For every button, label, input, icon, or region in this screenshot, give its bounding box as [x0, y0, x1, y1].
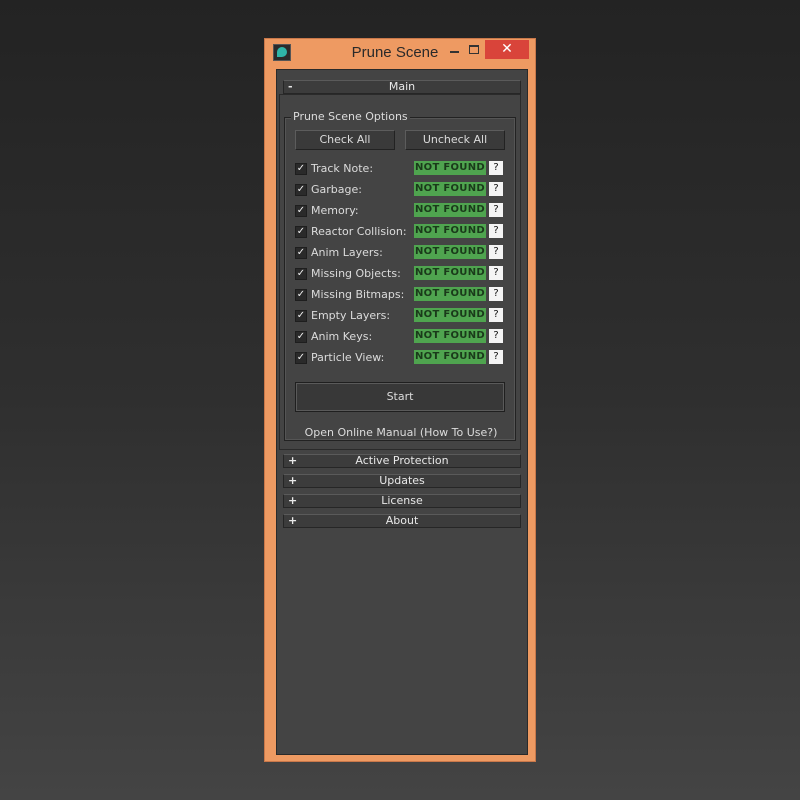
option-label: Anim Layers:	[311, 246, 383, 259]
close-icon: ✕	[501, 41, 513, 57]
checkbox[interactable]: ✓	[295, 205, 307, 217]
help-button[interactable]: ?	[489, 329, 503, 343]
status-badge: NOT FOUND	[414, 203, 486, 217]
option-row-anim-keys: ✓ Anim Keys: NOT FOUND?	[295, 329, 509, 345]
option-label: Anim Keys:	[311, 330, 373, 343]
checkbox[interactable]: ✓	[295, 226, 307, 238]
online-manual-link[interactable]: Open Online Manual (How To Use?)	[285, 426, 517, 439]
help-button[interactable]: ?	[489, 161, 503, 175]
option-label: Particle View:	[311, 351, 385, 364]
option-label: Garbage:	[311, 183, 362, 196]
title-bar[interactable]: Prune Scene ✕	[265, 39, 535, 67]
help-button[interactable]: ?	[489, 308, 503, 322]
rollout-license-header[interactable]: + License	[283, 494, 521, 508]
check-all-button[interactable]: Check All	[295, 130, 395, 150]
status-badge: NOT FOUND	[414, 350, 486, 364]
help-button[interactable]: ?	[489, 266, 503, 280]
option-row-garbage: ✓ Garbage: NOT FOUND?	[295, 182, 509, 198]
status-badge: NOT FOUND	[414, 287, 486, 301]
maximize-button[interactable]	[461, 40, 487, 60]
option-row-reactor-collision: ✓ Reactor Collision: NOT FOUND?	[295, 224, 509, 240]
option-row-memory: ✓ Memory: NOT FOUND?	[295, 203, 509, 219]
rollout-main-label: Main	[388, 80, 416, 93]
option-row-missing-objects: ✓ Missing Objects: NOT FOUND?	[295, 266, 509, 282]
status-badge: NOT FOUND	[414, 329, 486, 343]
rollout-label: License	[381, 494, 423, 507]
checkbox[interactable]: ✓	[295, 310, 307, 322]
rollout-about-header[interactable]: + About	[283, 514, 521, 528]
help-button[interactable]: ?	[489, 287, 503, 301]
checkbox[interactable]: ✓	[295, 247, 307, 259]
option-row-particle-view: ✓ Particle View: NOT FOUND?	[295, 350, 509, 366]
option-row-empty-layers: ✓ Empty Layers: NOT FOUND?	[295, 308, 509, 324]
checkbox[interactable]: ✓	[295, 163, 307, 175]
status-badge: NOT FOUND	[414, 308, 486, 322]
option-label: Empty Layers:	[311, 309, 391, 322]
option-label: Memory:	[311, 204, 359, 217]
checkbox[interactable]: ✓	[295, 268, 307, 280]
option-label: Track Note:	[311, 162, 374, 175]
option-row-track-note: ✓ Track Note: NOT FOUND?	[295, 161, 509, 177]
option-row-anim-layers: ✓ Anim Layers: NOT FOUND?	[295, 245, 509, 261]
start-button[interactable]: Start	[295, 382, 505, 412]
option-label: Reactor Collision:	[311, 225, 407, 238]
rollout-label: About	[385, 514, 419, 527]
checkbox[interactable]: ✓	[295, 331, 307, 343]
rollout-active-protection-header[interactable]: + Active Protection	[283, 454, 521, 468]
rollout-main-header[interactable]: - Main	[283, 80, 521, 94]
rollout-updates-header[interactable]: + Updates	[283, 474, 521, 488]
help-button[interactable]: ?	[489, 203, 503, 217]
help-button[interactable]: ?	[489, 350, 503, 364]
option-label: Missing Bitmaps:	[311, 288, 405, 301]
rollout-label: Updates	[379, 474, 425, 487]
rollout-label: Active Protection	[355, 454, 449, 467]
main-rollout-body: Prune Scene Options Check All Uncheck Al…	[279, 94, 521, 450]
help-button[interactable]: ?	[489, 182, 503, 196]
close-button[interactable]: ✕	[485, 40, 529, 59]
checkbox[interactable]: ✓	[295, 184, 307, 196]
app-logo-icon	[273, 44, 291, 61]
uncheck-all-button[interactable]: Uncheck All	[405, 130, 505, 150]
prune-scene-options-group: Prune Scene Options Check All Uncheck Al…	[284, 110, 517, 441]
prune-scene-window: Prune Scene ✕ - Main Prune Scene Options…	[264, 38, 536, 762]
option-row-missing-bitmaps: ✓ Missing Bitmaps: NOT FOUND?	[295, 287, 509, 303]
help-button[interactable]: ?	[489, 224, 503, 238]
checkbox[interactable]: ✓	[295, 289, 307, 301]
status-badge: NOT FOUND	[414, 266, 486, 280]
help-button[interactable]: ?	[489, 245, 503, 259]
checkbox[interactable]: ✓	[295, 352, 307, 364]
status-badge: NOT FOUND	[414, 161, 486, 175]
client-area: - Main Prune Scene Options Check All Unc…	[276, 69, 528, 755]
group-label: Prune Scene Options	[291, 110, 410, 123]
status-badge: NOT FOUND	[414, 182, 486, 196]
status-badge: NOT FOUND	[414, 224, 486, 238]
option-label: Missing Objects:	[311, 267, 401, 280]
status-badge: NOT FOUND	[414, 245, 486, 259]
